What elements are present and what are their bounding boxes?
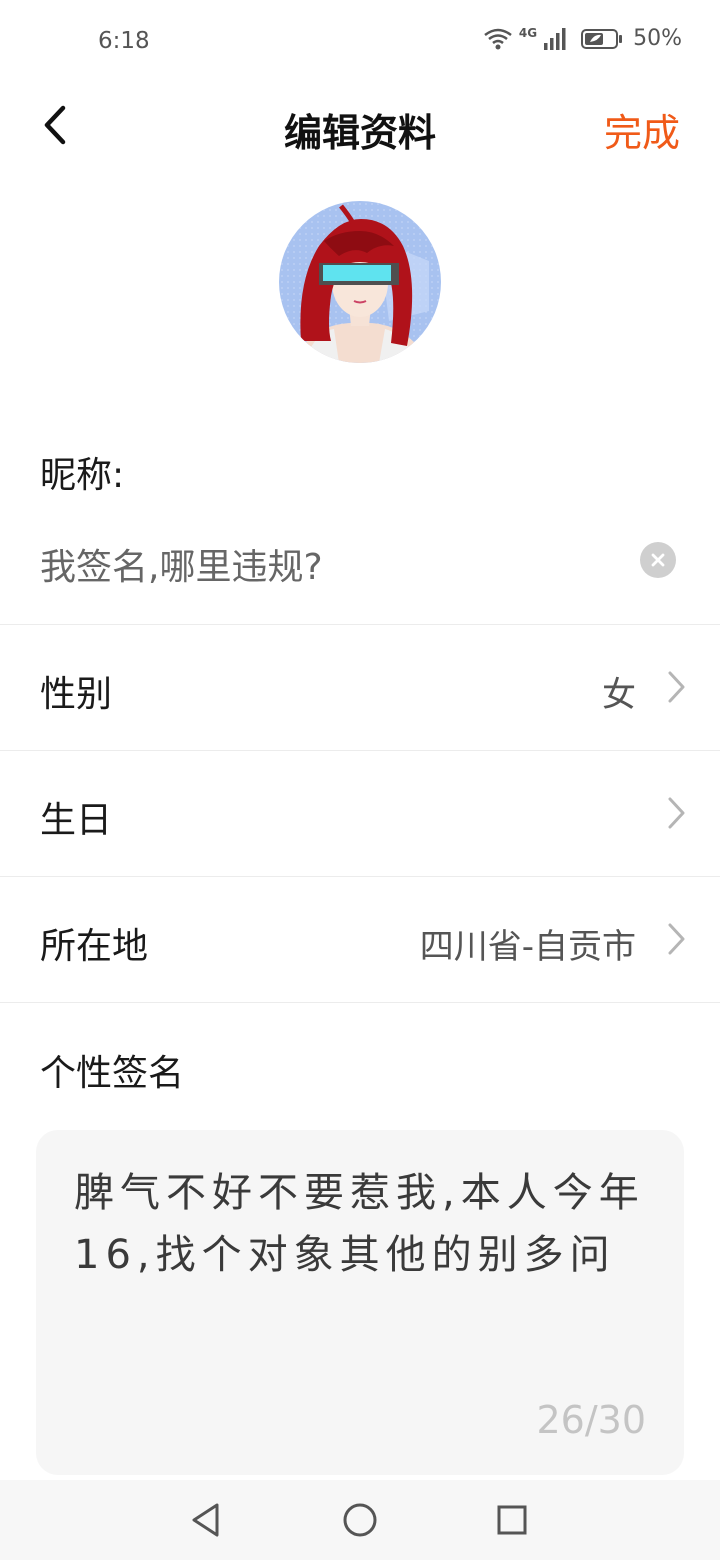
nav-recent-button[interactable]: [490, 1498, 534, 1542]
triangle-back-icon: [192, 1503, 219, 1537]
square-recent-icon: [497, 1505, 527, 1535]
row-value: 女: [602, 675, 636, 715]
clear-icon: [651, 553, 665, 567]
network-type-label: 4G: [518, 26, 538, 40]
chevron-right-icon: [668, 923, 685, 955]
signature-label: 个性签名: [40, 1053, 185, 1094]
chevron-right-icon: [668, 797, 685, 829]
gender-row[interactable]: 性别 女: [0, 625, 720, 750]
birthday-row[interactable]: 生日: [0, 751, 720, 876]
divider: [0, 1002, 720, 1003]
signature-box: 脾气不好不要惹我,本人今年16,找个对象其他的别多问 26/30: [36, 1130, 684, 1475]
chevron-right-icon: [668, 671, 685, 703]
row-label: 生日: [40, 800, 113, 841]
row-label: 性别: [40, 674, 113, 715]
row-label: 所在地: [40, 926, 149, 967]
done-button[interactable]: 完成: [604, 102, 680, 157]
navigation-bar: [0, 1480, 720, 1560]
wifi-icon: [484, 28, 512, 49]
avatar[interactable]: [279, 201, 441, 363]
status-icons: 4G 50%: [483, 26, 682, 51]
nickname-input[interactable]: [40, 534, 620, 594]
location-row[interactable]: 所在地 四川省-自贡市: [0, 877, 720, 1002]
signature-counter: 26/30: [536, 1398, 646, 1442]
signature-input[interactable]: 脾气不好不要惹我,本人今年16,找个对象其他的别多问: [74, 1162, 654, 1402]
status-bar: 6:18 4G 50%: [0, 0, 720, 84]
nav-back-button[interactable]: [184, 1498, 228, 1542]
avatar-image: [279, 201, 441, 363]
nickname-label: 昵称:: [40, 455, 125, 496]
signal-icon: [544, 27, 566, 50]
circle-home-icon: [343, 1503, 377, 1537]
battery-percent: 50%: [633, 26, 682, 51]
row-value: 四川省-自贡市: [419, 927, 636, 967]
status-time: 6:18: [98, 28, 150, 54]
nav-home-button[interactable]: [338, 1498, 382, 1542]
title-bar: 编辑资料 完成: [0, 84, 720, 170]
clear-button[interactable]: [640, 542, 676, 578]
battery-icon: [581, 28, 623, 49]
